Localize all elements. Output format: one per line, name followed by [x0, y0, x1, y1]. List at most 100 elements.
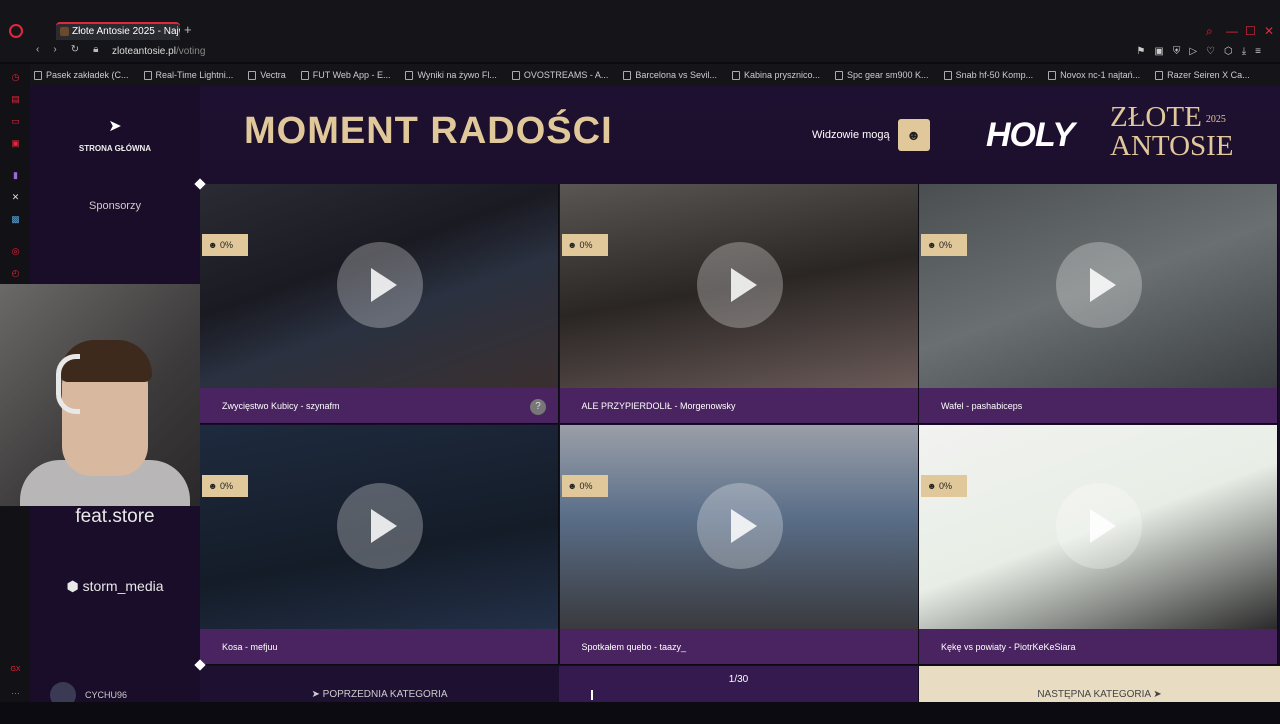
- back-icon[interactable]: ‹: [36, 44, 39, 55]
- vote-percent-badge: ☻ 0%: [561, 475, 608, 497]
- vote-percent-badge: ☻ 0%: [202, 234, 248, 256]
- sponsor-stormmedia-label: storm_media: [82, 578, 164, 594]
- tab-favicon-icon: [60, 27, 69, 36]
- maximize-icon[interactable]: ☐: [1245, 24, 1256, 38]
- wallet-icon[interactable]: ▤: [10, 94, 21, 105]
- users-icon: ☻: [927, 240, 939, 250]
- play-icon[interactable]: [337, 242, 423, 328]
- new-tab-button[interactable]: +: [184, 22, 192, 37]
- extensions-icon[interactable]: ⬡: [1224, 46, 1242, 57]
- bookmark-item[interactable]: OVOSTREAMS - A...: [511, 70, 608, 80]
- bookmark-page-icon: [943, 70, 952, 80]
- previous-category-button[interactable]: ➤ POPRZEDNIA KATEGORIA: [200, 666, 559, 702]
- bookmark-item[interactable]: Barcelona vs Sevil...: [623, 70, 717, 80]
- play-icon[interactable]: [696, 242, 783, 328]
- arrow-right-icon: ➤: [1150, 689, 1162, 700]
- forward-icon[interactable]: ›: [53, 44, 56, 55]
- play-icon[interactable]: [696, 483, 783, 569]
- bookmark-label: FUT Web App - E...: [312, 70, 391, 80]
- bookmark-item[interactable]: Novox nc-1 najtań...: [1048, 70, 1140, 80]
- twitch-icon[interactable]: ▮: [10, 170, 21, 181]
- bookmark-item[interactable]: Wyniki na żywo Fl...: [405, 70, 497, 80]
- bookmark-item[interactable]: Real-Time Lightni...: [143, 70, 233, 80]
- bookmark-page-icon: [1155, 70, 1164, 80]
- viewers-control[interactable]: Widzowie mogą ☻: [812, 119, 930, 151]
- bookmark-page-icon: [248, 70, 257, 80]
- translate-icon[interactable]: ▩: [10, 214, 21, 225]
- next-label: NASTĘPNA KATEGORIA: [1037, 689, 1151, 700]
- video-card[interactable]: ☻ 0% Kękę vs powiaty - PiotrKeKeSiara: [919, 425, 1278, 665]
- next-category-button[interactable]: NASTĘPNA KATEGORIA ➤: [919, 666, 1280, 702]
- shield-icon[interactable]: ⛨: [1173, 46, 1190, 57]
- url-domain: zloteantosie.pl: [112, 46, 176, 57]
- video-card[interactable]: ☻ 0% Kosa - mefjuu: [200, 425, 559, 665]
- video-title: Wafel - pashabiceps: [941, 401, 1023, 411]
- vote-percent: 0%: [219, 240, 233, 250]
- video-title: Kosa - mefjuu: [222, 642, 278, 652]
- video-card[interactable]: ☻ 0% Spotkałem quebo - taazy_: [559, 425, 919, 665]
- video-caption: Kosa - mefjuu: [200, 629, 558, 664]
- counter-text: 1/30: [728, 674, 749, 685]
- video-caption: Spotkałem quebo - taazy_: [559, 629, 918, 664]
- lock-icon: 🔒︎: [93, 44, 99, 55]
- menu-icon[interactable]: ≡: [1255, 46, 1270, 57]
- bookmark-item[interactable]: Razer Seiren X Ca...: [1155, 70, 1250, 80]
- heart-icon[interactable]: ♡: [1206, 46, 1224, 57]
- search-icon[interactable]: ⌕: [1206, 24, 1213, 39]
- minimize-icon[interactable]: —: [1226, 24, 1238, 38]
- vote-percent-badge: ☻ 0%: [202, 475, 248, 497]
- reload-icon[interactable]: ↻: [71, 44, 79, 55]
- address-bar[interactable]: zloteantosie.pl/voting: [112, 46, 205, 57]
- bookmark-page-icon: [623, 70, 632, 80]
- prev-label: POPRZEDNIA KATEGORIA: [322, 689, 448, 700]
- more-icon[interactable]: …: [10, 686, 21, 697]
- clock-icon[interactable]: ◴: [10, 268, 21, 279]
- video-card[interactable]: ☻ 0% Zwycięstwo Kubicy - szynafm?: [200, 184, 559, 424]
- app-icon[interactable]: ▣: [10, 138, 21, 149]
- history-icon[interactable]: ◷: [10, 72, 21, 83]
- download-icon[interactable]: ⤓: [1242, 46, 1255, 57]
- vote-percent: 0%: [938, 481, 952, 491]
- opera-logo-icon[interactable]: [9, 24, 23, 38]
- video-caption: Wafel - pashabiceps: [919, 388, 1277, 423]
- play-icon[interactable]: [337, 483, 423, 569]
- messenger-icon[interactable]: ▭: [10, 116, 21, 127]
- x-icon[interactable]: ✕: [10, 192, 21, 203]
- bookmark-label: Vectra: [260, 70, 286, 80]
- bookmark-label: Snab hf-50 Komp...: [955, 70, 1034, 80]
- logo-year: 2025: [1205, 113, 1226, 125]
- sponsor-featstore[interactable]: feat.store: [30, 506, 200, 528]
- users-icon: ☻: [208, 240, 220, 250]
- bookmark-item[interactable]: Kabina prysznico...: [731, 70, 820, 80]
- bookmark-page-icon: [835, 70, 844, 80]
- home-link[interactable]: ➤ STRONA GŁÓWNA: [30, 86, 200, 184]
- sponsor-stormmedia[interactable]: ⬢ storm_media: [30, 578, 200, 595]
- bookmark-item[interactable]: FUT Web App - E...: [300, 70, 391, 80]
- play-icon[interactable]: [1056, 483, 1142, 569]
- video-title: Zwycięstwo Kubicy - szynafm: [222, 401, 340, 411]
- vote-percent: 0%: [938, 240, 952, 250]
- video-card[interactable]: ☻ 0% ALE PRZYPIERDOLIŁ - Morgenowsky: [559, 184, 919, 424]
- play-icon[interactable]: ▷: [1189, 46, 1206, 57]
- bookmark-item[interactable]: Snab hf-50 Komp...: [943, 70, 1034, 80]
- vote-percent: 0%: [579, 481, 593, 491]
- play-icon[interactable]: [1056, 242, 1142, 328]
- zlote-antosie-logo: ZŁOTE 2025 ANTOSIE: [1110, 101, 1234, 161]
- vote-percent-badge: ☻ 0%: [921, 234, 967, 256]
- holy-logo: HOLY: [986, 116, 1075, 154]
- settings-icon[interactable]: ◎: [10, 246, 21, 257]
- help-icon[interactable]: ?: [530, 399, 546, 415]
- video-caption: ALE PRZYPIERDOLIŁ - Morgenowsky: [559, 388, 918, 423]
- video-title: ALE PRZYPIERDOLIŁ - Morgenowsky: [581, 401, 736, 411]
- logo-zlote: ZŁOTE: [1110, 101, 1202, 133]
- bookmark-item[interactable]: Vectra: [248, 70, 286, 80]
- video-card[interactable]: ☻ 0% Wafel - pashabiceps: [919, 184, 1278, 424]
- bookmark-icon[interactable]: ⚑: [1136, 46, 1154, 57]
- browser-tab-active[interactable]: Złote Antosie 2025 - Najw: [56, 22, 180, 40]
- bookmark-item[interactable]: Spc gear sm900 K...: [835, 70, 929, 80]
- close-icon[interactable]: ✕: [1264, 24, 1274, 38]
- bookmark-item[interactable]: Pasek zakładek (C...: [34, 70, 129, 80]
- gx-icon[interactable]: GX: [10, 664, 21, 675]
- storm-logo-icon: ⬢: [66, 578, 83, 594]
- snapshot-icon[interactable]: ▣: [1154, 46, 1172, 57]
